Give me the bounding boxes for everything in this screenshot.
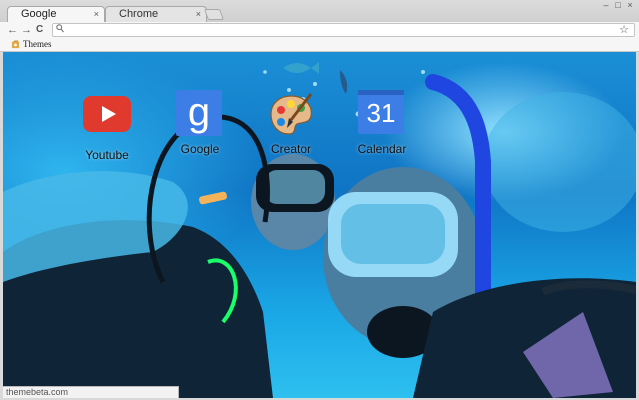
- omnibox[interactable]: ☆: [52, 23, 635, 37]
- back-arrow-icon[interactable]: ←: [7, 23, 18, 37]
- forward-arrow-icon[interactable]: →: [21, 23, 32, 37]
- new-tab-button[interactable]: [203, 9, 225, 20]
- tab-label: Google: [21, 8, 57, 20]
- tab-label: Chrome: [119, 8, 159, 20]
- minimize-icon[interactable]: –: [601, 1, 611, 10]
- close-icon[interactable]: ×: [625, 1, 635, 10]
- app-youtube[interactable]: Youtube: [67, 90, 147, 162]
- app-creator[interactable]: Creator: [251, 90, 331, 156]
- google-glyph: g: [176, 90, 222, 136]
- google-search-icon: g: [176, 90, 224, 138]
- youtube-icon: [83, 96, 131, 144]
- bookmark-star-icon[interactable]: ☆: [619, 23, 629, 36]
- calendar-icon: 31: [358, 90, 406, 138]
- tab-google[interactable]: Google ×: [7, 6, 105, 22]
- search-icon: [56, 24, 64, 35]
- title-bar: Google × Chrome × – □ ×: [0, 0, 639, 22]
- tab-close-icon[interactable]: ×: [94, 9, 99, 19]
- toolbar: ← → C ☆: [0, 22, 639, 38]
- app-label: Calendar: [357, 142, 407, 156]
- tab-chrome[interactable]: Chrome ×: [105, 6, 207, 22]
- bookmarks-bar: Themes: [0, 38, 639, 52]
- reload-icon[interactable]: C: [36, 23, 43, 37]
- themes-folder-icon: [11, 39, 20, 48]
- palette-icon: [267, 90, 315, 138]
- app-google[interactable]: g Google: [160, 90, 240, 156]
- status-bubble: themebeta.com: [3, 386, 179, 398]
- bookmark-themes[interactable]: Themes: [11, 39, 52, 49]
- new-tab-page: Youtube g Google Creator 31 Calendar the…: [3, 52, 636, 398]
- app-label: Google: [180, 142, 220, 156]
- app-label: Youtube: [85, 148, 129, 162]
- calendar-date: 31: [358, 90, 404, 134]
- maximize-icon[interactable]: □: [613, 1, 623, 10]
- app-calendar[interactable]: 31 Calendar: [342, 90, 422, 156]
- bookmark-label: Themes: [23, 39, 52, 49]
- app-label: Creator: [270, 142, 311, 156]
- window-controls: – □ ×: [601, 1, 635, 10]
- window-frame-left: [0, 52, 3, 400]
- tab-close-icon[interactable]: ×: [196, 9, 201, 19]
